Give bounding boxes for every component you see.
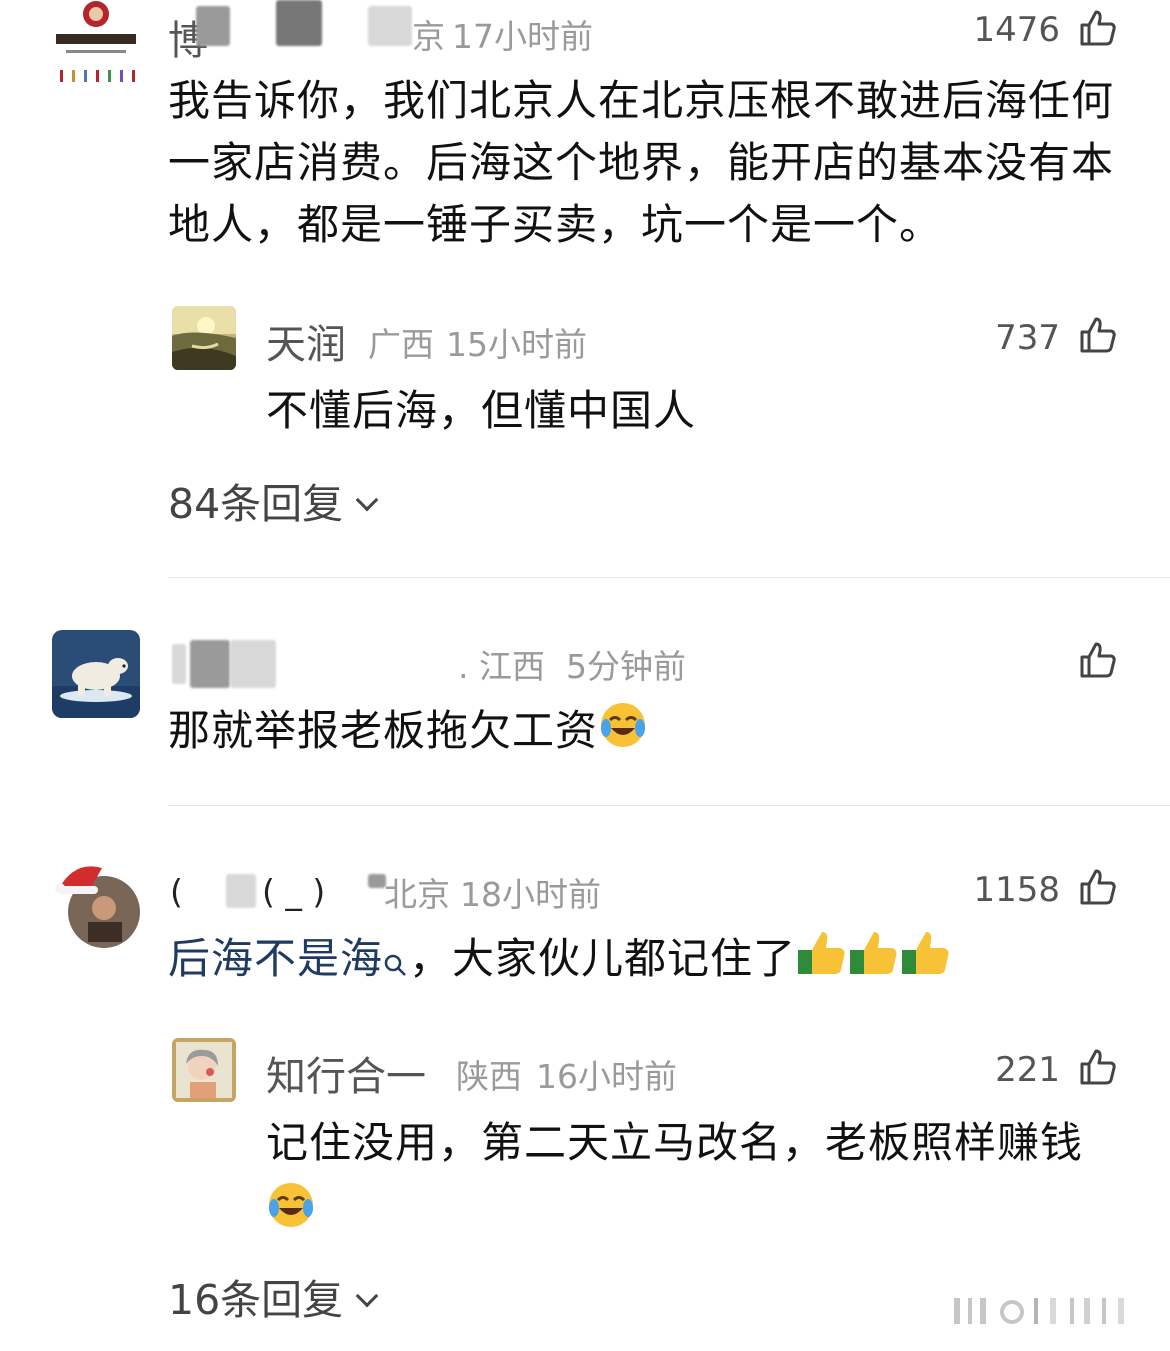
like-count: 737	[995, 318, 1060, 358]
redacted-name	[276, 0, 322, 46]
redacted-name: ( _ )	[262, 872, 326, 911]
thumbs-up-icon[interactable]	[1078, 1047, 1118, 1087]
redacted-name	[226, 874, 256, 908]
comment-time: 18小时前	[460, 875, 601, 914]
thumbs-up-icon[interactable]	[1078, 640, 1118, 680]
redacted-name	[230, 640, 276, 688]
divider	[168, 805, 1170, 806]
like-count: 221	[995, 1050, 1060, 1090]
reply-location: 陕西	[456, 1057, 522, 1096]
comment-text-content: 那就举报老板拖欠工资	[168, 706, 599, 755]
redacted-name: (	[170, 872, 183, 911]
avatar-landscape[interactable]	[172, 306, 236, 370]
reply-time: 15小时前	[446, 325, 587, 364]
comment-text: 我告诉你，我们北京人在北京压根不敢进后海任何一家店消费。后海这个地界，能开店的基…	[168, 76, 1115, 249]
comment-location: 京	[412, 17, 445, 56]
reply-name[interactable]: 天润	[266, 312, 346, 370]
reply-name[interactable]: 知行合一	[266, 1044, 426, 1102]
reply-time: 16小时前	[536, 1057, 677, 1096]
comment-time: 5分钟前	[566, 647, 686, 686]
avatar-polar-bear[interactable]	[52, 630, 140, 718]
view-replies-button[interactable]: 16条回复	[168, 1266, 379, 1326]
search-link[interactable]: 后海不是海	[168, 934, 383, 983]
thumbs-up-emoji	[796, 928, 848, 995]
thumbs-up-icon[interactable]	[1078, 8, 1118, 48]
view-replies-button[interactable]: 84条回复	[168, 470, 379, 530]
like-count: 1158	[973, 870, 1060, 910]
comment-text: 后海不是海 ，大家伙儿都记住了	[168, 928, 952, 996]
redacted-name	[172, 644, 186, 684]
comment-text: 那就举报老板拖欠工资	[168, 700, 648, 767]
divider	[168, 577, 1170, 578]
reply-location: 广西	[368, 325, 434, 364]
chevron-down-icon	[355, 488, 379, 512]
reply-text: 记住没用，第二天立马改名，老板照样赚钱	[266, 1112, 1126, 1247]
comment-text-content: ，大家伙儿都记住了	[409, 934, 797, 983]
cry-laugh-emoji	[266, 1180, 1126, 1247]
reply-text: 不懂后海，但懂中国人	[266, 386, 697, 435]
avatar-school-logo[interactable]	[52, 0, 140, 90]
comment-time: 17小时前	[452, 17, 593, 56]
search-icon[interactable]	[383, 934, 409, 996]
avatar-cartoon-girl[interactable]	[172, 1038, 236, 1102]
redacted-name	[190, 640, 230, 688]
thumbs-up-emoji	[848, 928, 900, 995]
redacted-name	[368, 6, 412, 46]
thumbs-up-icon[interactable]	[1078, 315, 1118, 355]
watermark	[950, 1294, 1150, 1328]
thumbs-up-icon[interactable]	[1078, 867, 1118, 907]
avatar-santa-hat[interactable]	[52, 858, 142, 948]
comment-location: . 江西	[458, 647, 545, 686]
reply-text-content: 记住没用，第二天立马改名，老板照样赚钱	[266, 1118, 1084, 1167]
redacted-name	[196, 6, 230, 46]
cry-laugh-emoji	[598, 700, 648, 767]
like-count: 1476	[973, 10, 1060, 50]
thumbs-up-emoji	[900, 928, 952, 995]
chevron-down-icon	[355, 1284, 379, 1308]
comment-location: 北京	[384, 875, 450, 914]
